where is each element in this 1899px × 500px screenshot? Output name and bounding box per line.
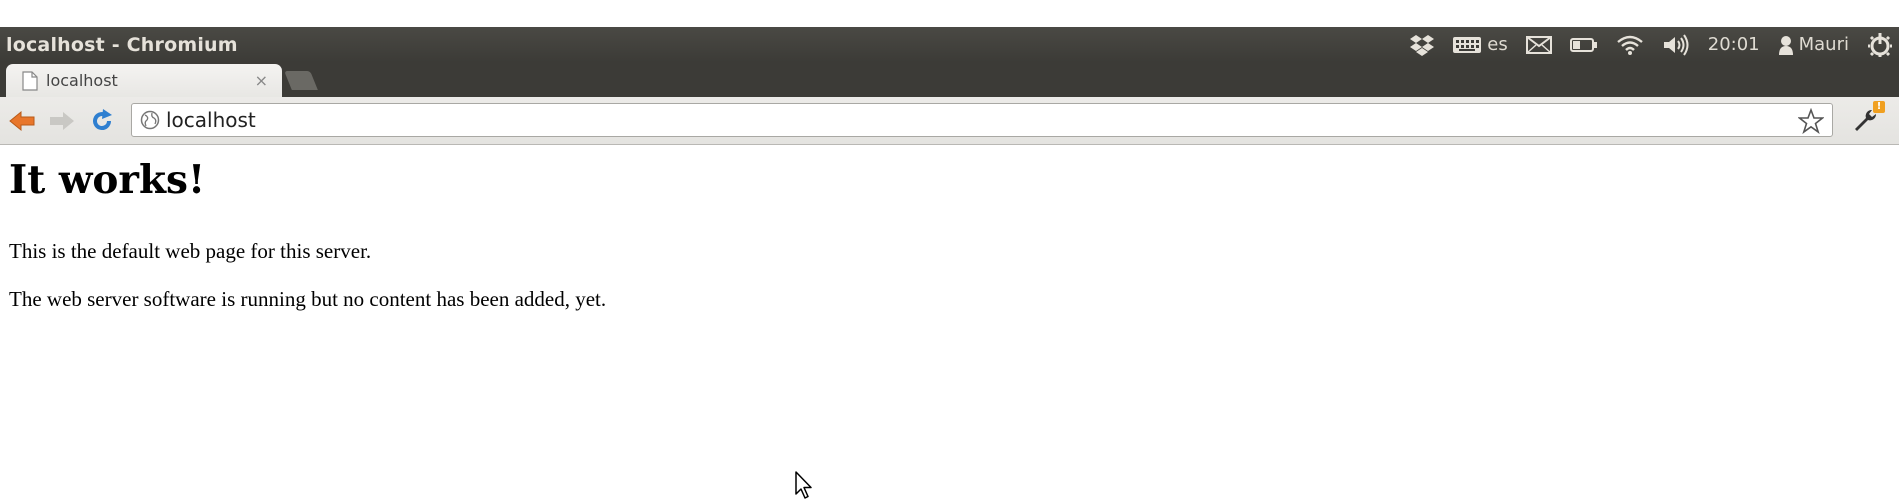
user-name: Mauri — [1798, 34, 1849, 55]
reload-button[interactable] — [88, 108, 116, 134]
tab-localhost[interactable]: localhost × — [6, 64, 282, 97]
page-icon — [22, 70, 38, 91]
reload-icon — [93, 109, 112, 131]
user-menu[interactable]: Mauri — [1778, 34, 1849, 55]
page-heading: It works! — [9, 157, 206, 203]
back-button[interactable] — [8, 108, 36, 134]
window-title: localhost - Chromium — [6, 33, 238, 56]
user-icon — [1778, 35, 1793, 55]
tab-strip: localhost × — [0, 62, 1899, 97]
volume-icon[interactable] — [1662, 33, 1690, 56]
address-bar[interactable]: localhost — [131, 103, 1833, 137]
wifi-icon[interactable] — [1616, 34, 1644, 56]
forward-button[interactable] — [48, 108, 76, 134]
tab-close-button[interactable]: × — [255, 71, 268, 90]
power-gear-icon[interactable] — [1867, 32, 1893, 58]
globe-icon — [140, 110, 160, 130]
keyboard-indicator[interactable]: es — [1452, 34, 1508, 55]
system-tray: es 20:01 Mauri — [1410, 27, 1893, 62]
new-tab-button[interactable] — [284, 71, 318, 90]
page-paragraph: The web server software is running but n… — [9, 287, 607, 311]
tab-title: localhost — [46, 71, 118, 90]
dropbox-icon[interactable] — [1410, 34, 1435, 56]
forward-arrow-icon — [50, 112, 74, 130]
battery-icon[interactable] — [1569, 37, 1598, 53]
page-content: It works! This is the default web page f… — [0, 145, 1899, 500]
keyboard-layout-label: es — [1487, 34, 1508, 55]
update-badge: ! — [1873, 101, 1885, 113]
bookmark-star-icon[interactable] — [1798, 108, 1824, 134]
mail-icon[interactable] — [1525, 35, 1552, 54]
url-text: localhost — [166, 108, 256, 132]
page-paragraph: This is the default web page for this se… — [9, 239, 372, 263]
back-arrow-icon — [9, 110, 35, 132]
browser-toolbar: localhost ! — [0, 97, 1899, 145]
keyboard-icon — [1453, 36, 1482, 53]
mouse-cursor-icon — [795, 471, 812, 499]
screen: localhost - Chromium es 20:01 Mauri loca… — [0, 0, 1899, 500]
clock[interactable]: 20:01 — [1708, 34, 1760, 55]
window-titlebar: localhost - Chromium es 20:01 Mauri — [0, 27, 1899, 62]
